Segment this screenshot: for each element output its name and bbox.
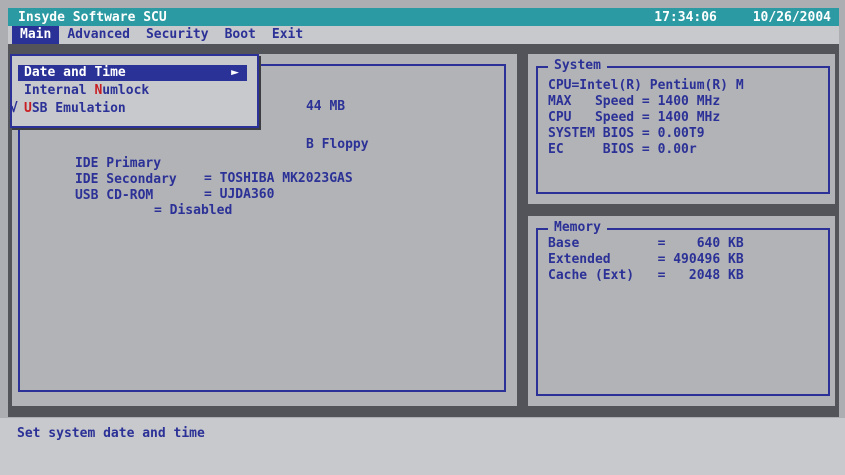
submenu-arrow-icon: ► (231, 65, 239, 80)
status-message: Set system date and time (17, 426, 205, 441)
usb-emulation-label: SB Emulation (31, 101, 126, 116)
menu-main[interactable]: Main (12, 26, 60, 44)
system-row-cpu-speed: CPU Speed = 1400 MHz (548, 110, 721, 125)
memory-panel-title: Memory (548, 221, 607, 235)
title-bar: Insyde Software SCU 17:34:06 10/26/2004 (8, 8, 839, 26)
menu-item-date-and-time[interactable]: Date and Time ► (18, 65, 247, 81)
memory-row-extended: Extended = 490496 KB (548, 252, 744, 267)
numlock-label-post: umlock (102, 83, 150, 98)
time-display: 17:34:06 (654, 9, 717, 25)
system-panel-title: System (548, 59, 607, 73)
app-title: Insyde Software SCU (18, 9, 167, 25)
memory-panel: Memory Base = 640 KB Extended = 490496 K… (528, 216, 835, 406)
menu-security[interactable]: Security (138, 26, 217, 44)
clock: 17:34:06 10/26/2004 (626, 10, 831, 25)
usb-cdrom-value: = Disabled (154, 203, 233, 218)
menu-exit[interactable]: Exit (264, 26, 311, 44)
usb-hotkey: U (24, 101, 32, 116)
menu-bar: Main Advanced Security Boot Exit (8, 26, 839, 44)
menu-boot[interactable]: Boot (217, 26, 264, 44)
system-row-cpu: CPU=Intel(R) Pentium(R) M (548, 78, 744, 93)
main-dropdown-menu: Date and Time ► Internal Numlock √ USB Em… (10, 54, 259, 128)
main-row-memory-value: 44 MB (305, 99, 346, 114)
menu-item-internal-numlock[interactable]: Internal Numlock (18, 83, 155, 99)
system-panel: System CPU=Intel(R) Pentium(R) M MAX Spe… (528, 54, 835, 204)
memory-row-cache: Cache (Ext) = 2048 KB (548, 268, 744, 283)
date-display: 10/26/2004 (752, 9, 831, 25)
menu-item-usb-emulation[interactable]: √ USB Emulation (10, 101, 132, 117)
system-row-max-speed: MAX Speed = 1400 MHz (548, 94, 721, 109)
usb-cdrom-label: USB CD-ROM (74, 188, 154, 203)
main-row-usb-cdrom[interactable]: USB CD-ROM = Disabled (28, 173, 232, 233)
main-row-floppy[interactable]: B Floppy (259, 122, 369, 167)
main-row-floppy-value: B Floppy (305, 137, 369, 152)
menu-advanced[interactable]: Advanced (59, 26, 138, 44)
memory-row-base: Base = 640 KB (548, 236, 744, 251)
checkmark-icon: √ (10, 101, 18, 116)
system-row-bios: SYSTEM BIOS = 0.00T9 (548, 126, 705, 141)
date-and-time-label: Date and Time (24, 65, 126, 80)
numlock-label-pre: Internal (24, 83, 95, 98)
status-bar: Set system date and time (0, 418, 845, 475)
ide-secondary-value: = UJDA360 (204, 187, 275, 202)
ide-primary-value: = TOSHIBA MK2023GAS (204, 171, 353, 186)
system-row-ec-bios: EC BIOS = 0.00r (548, 142, 697, 157)
